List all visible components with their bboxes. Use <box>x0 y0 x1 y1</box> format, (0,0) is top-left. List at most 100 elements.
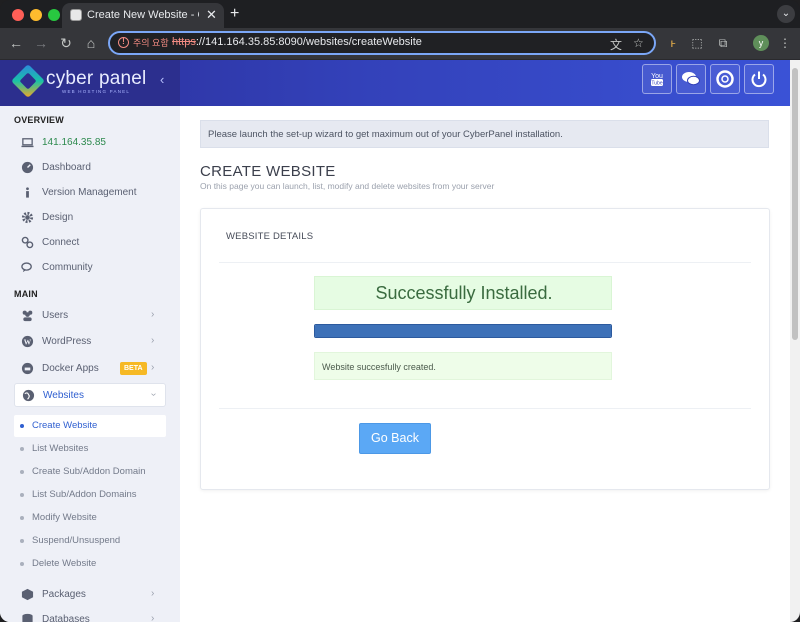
sub-item-suspend-unsuspend[interactable]: Suspend/Unsuspend <box>14 530 166 552</box>
sub-item-create-subdomain[interactable]: Create Sub/Addon Domain <box>14 461 166 483</box>
bookmark-star-icon[interactable]: ☆ <box>633 36 644 50</box>
bullet-icon <box>20 539 24 543</box>
reload-icon[interactable]: ↻ <box>58 35 74 51</box>
maximize-window-button[interactable] <box>48 9 60 21</box>
support-button[interactable] <box>710 64 740 94</box>
globe-icon <box>22 389 35 402</box>
main-content: Please launch the set-up wizard to get m… <box>180 106 790 622</box>
sidebar-item-version-management[interactable]: Version Management <box>14 182 166 204</box>
sidebar-item-label: Connect <box>42 237 80 248</box>
forward-icon[interactable]: → <box>33 35 49 51</box>
extensions-puzzle-icon[interactable]: ⧉ <box>716 36 730 50</box>
sidebar-item-label: Docker Apps <box>42 363 99 374</box>
tab-search-icon[interactable]: ⌄ <box>777 5 795 23</box>
card-title: WEBSITE DETAILS <box>226 231 314 242</box>
web-page: cyber panel WEB HOSTING PANEL ‹ You Tube <box>0 60 790 622</box>
brand-tagline: WEB HOSTING PANEL <box>62 89 131 94</box>
chevron-down-icon: › <box>148 392 160 397</box>
brand-area: cyber panel WEB HOSTING PANEL ‹ <box>0 60 180 106</box>
chevron-right-icon: › <box>151 613 155 622</box>
url-text[interactable]: https://141.164.35.85:8090/websites/crea… <box>172 36 422 48</box>
sidebar-item-label: Databases <box>42 614 90 622</box>
browser-window: Create New Website - CyberPanel ✕ + ⌄ ← … <box>0 0 800 622</box>
translate-icon[interactable]: 文 <box>610 36 622 53</box>
cyberpanel-logo-icon <box>11 64 45 98</box>
sidebar-item-label: Community <box>42 262 93 273</box>
sub-item-label: List Websites <box>32 443 89 454</box>
sidebar-item-design[interactable]: Design <box>14 207 166 229</box>
sidebar-item-label: Packages <box>42 589 86 600</box>
brand-name: cyber panel <box>46 68 147 89</box>
package-icon <box>21 588 34 601</box>
address-bar[interactable]: ! 주의 요함 https://141.164.35.85:8090/websi… <box>108 31 656 55</box>
sidebar-item-dashboard[interactable]: Dashboard <box>14 157 166 179</box>
page-scrollbar[interactable] <box>790 60 800 622</box>
go-back-button[interactable]: Go Back <box>359 423 431 454</box>
extension-icon[interactable]: ⱶ <box>666 36 680 50</box>
laptop-icon <box>21 138 34 148</box>
browser-toolbar: ← → ↻ ⌂ ! 주의 요함 https://141.164.35.85:80… <box>0 28 800 60</box>
close-window-button[interactable] <box>12 9 24 21</box>
divider <box>219 262 751 263</box>
sub-item-list-websites[interactable]: List Websites <box>14 438 166 460</box>
tab-strip: Create New Website - CyberPanel ✕ + ⌄ <box>0 0 800 28</box>
more-menu-icon[interactable]: ⋮ <box>778 36 792 50</box>
youtube-icon: You Tube <box>651 73 663 87</box>
sub-item-delete-website[interactable]: Delete Website <box>14 553 166 575</box>
scrollbar-thumb[interactable] <box>792 68 798 340</box>
sidebar-item-websites[interactable]: Websites › <box>14 383 166 407</box>
sidebar-item-label: Design <box>42 212 74 223</box>
tab-title: Create New Website - CyberPanel <box>87 9 199 21</box>
sidebar-item-docker-apps[interactable]: Docker Apps BETA › <box>14 358 166 380</box>
security-label[interactable]: 주의 요함 <box>133 36 169 49</box>
sub-item-label: Delete Website <box>32 558 97 569</box>
chat-icon <box>682 72 700 86</box>
gear-icon <box>21 211 34 224</box>
status-message: Website succesfully created. <box>322 362 436 372</box>
sidebar-item-label: Dashboard <box>42 162 91 173</box>
chevron-right-icon: › <box>151 335 155 346</box>
profile-avatar[interactable]: y <box>753 35 769 51</box>
sub-item-label: Suspend/Unsuspend <box>32 535 121 546</box>
tab-close-icon[interactable]: ✕ <box>206 7 217 23</box>
screenshot-extension-icon[interactable]: ⬚ <box>690 36 704 50</box>
power-icon <box>751 71 767 88</box>
minimize-window-button[interactable] <box>30 9 42 21</box>
home-icon[interactable]: ⌂ <box>83 35 99 51</box>
sub-item-create-website[interactable]: Create Website <box>14 415 166 437</box>
sub-item-list-subdomains[interactable]: List Sub/Addon Domains <box>14 484 166 506</box>
notice-text: Please launch the set-up wizard to get m… <box>208 129 563 140</box>
overview-section-title: OVERVIEW <box>14 115 64 125</box>
sub-item-label: Create Sub/Addon Domain <box>32 466 146 477</box>
svg-text:W: W <box>24 337 32 346</box>
bullet-icon <box>20 562 24 566</box>
info-icon <box>26 187 29 198</box>
warning-icon[interactable]: ! <box>118 37 129 48</box>
sidebar-item-ip[interactable]: 141.164.35.85 <box>14 132 166 154</box>
url-path: ://141.164.35.85:8090/websites/createWeb… <box>195 36 422 48</box>
back-icon[interactable]: ← <box>8 35 24 51</box>
sidebar-item-wordpress[interactable]: W WordPress › <box>14 331 166 353</box>
beta-badge: BETA <box>120 362 147 375</box>
youtube-button[interactable]: You Tube <box>642 64 672 94</box>
sidebar-item-label: Users <box>42 310 69 321</box>
divider <box>219 408 751 409</box>
chat-button[interactable] <box>676 64 706 94</box>
sidebar-item-databases[interactable]: Databases › <box>14 609 166 622</box>
install-progress-bar <box>314 324 612 338</box>
bullet-icon <box>20 447 24 451</box>
sub-item-modify-website[interactable]: Modify Website <box>14 507 166 529</box>
lifebuoy-icon <box>716 70 734 88</box>
sidebar-item-label: 141.164.35.85 <box>42 137 106 148</box>
bullet-icon <box>20 516 24 520</box>
new-tab-icon[interactable]: + <box>230 5 239 23</box>
sidebar-item-label: WordPress <box>42 336 92 347</box>
power-button[interactable] <box>744 64 774 94</box>
sidebar-item-community[interactable]: Community <box>14 257 166 279</box>
sidebar-item-users[interactable]: Users › <box>14 305 166 327</box>
sub-item-label: Create Website <box>32 420 98 431</box>
sidebar-collapse-icon[interactable]: ‹ <box>160 72 164 87</box>
browser-tab[interactable]: Create New Website - CyberPanel ✕ <box>62 3 224 28</box>
sidebar-item-connect[interactable]: Connect <box>14 232 166 254</box>
sidebar-item-packages[interactable]: Packages › <box>14 584 166 606</box>
